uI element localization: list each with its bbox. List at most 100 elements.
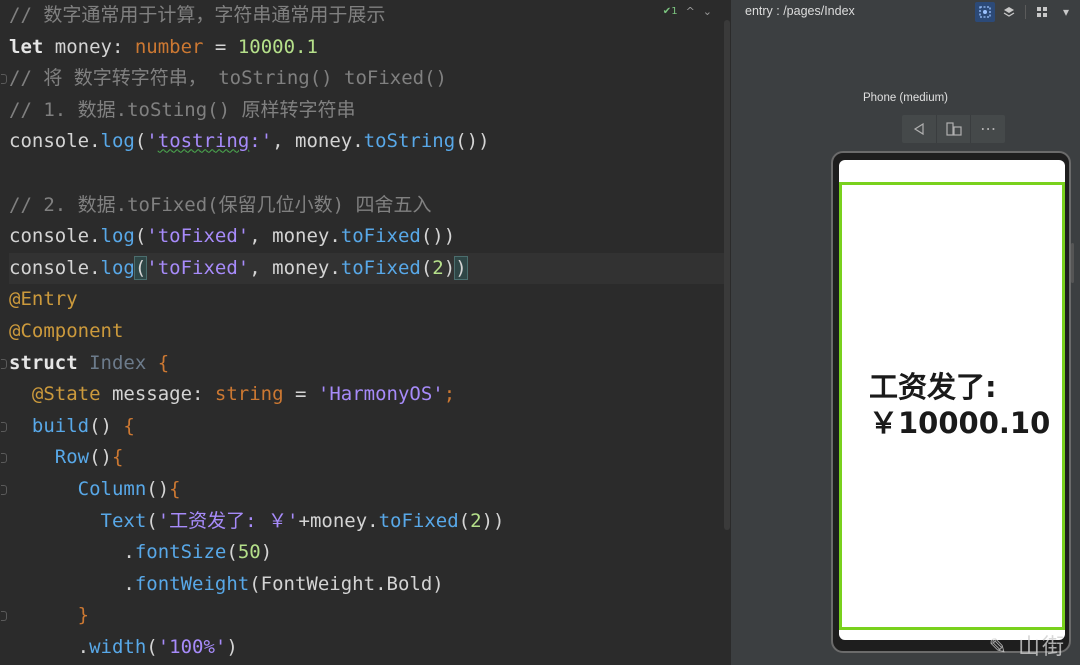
- code-token: ): [454, 255, 468, 280]
- code-line[interactable]: struct Index {: [9, 348, 730, 380]
- code-token: ): [443, 256, 456, 279]
- code-line[interactable]: Column(){: [9, 474, 730, 506]
- code-area[interactable]: // 数字通常用于计算，字符串通常用于展示 let money: number =…: [9, 0, 730, 663]
- code-token: Text: [100, 509, 147, 532]
- code-token: ): [260, 541, 273, 564]
- code-token: number: [134, 35, 204, 58]
- code-token: 'HarmonyOS': [317, 383, 444, 406]
- fold-marker-icon[interactable]: [0, 611, 7, 622]
- phone-side-button: [1071, 243, 1074, 283]
- phone-frame: 工资发了: ￥10000.10: [831, 151, 1074, 653]
- code-token: @Entry: [9, 288, 78, 311]
- grid-icon[interactable]: [1032, 2, 1052, 22]
- code-token: money:: [43, 35, 135, 58]
- code-line[interactable]: .fontSize(50): [9, 537, 730, 569]
- code-line[interactable]: @Entry: [9, 284, 730, 316]
- editor-gutter: [0, 0, 8, 665]
- code-token: message:: [100, 383, 215, 406]
- code-token: (: [134, 225, 147, 248]
- fold-marker-icon[interactable]: [0, 358, 7, 369]
- code-token: (: [133, 255, 148, 280]
- code-line[interactable]: }: [9, 600, 730, 632]
- code-line[interactable]: [9, 158, 730, 190]
- code-token: , money.: [249, 256, 341, 279]
- code-token: 2: [432, 256, 444, 279]
- code-token: )): [481, 509, 505, 532]
- code-token: ()): [455, 130, 490, 153]
- code-token: (: [226, 541, 238, 564]
- code-token: '工资发了: ￥': [157, 509, 299, 532]
- code-token: (): [146, 477, 170, 500]
- code-line[interactable]: // 将 数字转字符串， toString() toFixed(): [9, 63, 730, 95]
- code-token: toFixed: [340, 225, 421, 248]
- code-token: toString: [363, 130, 456, 153]
- code-token: tostring: [157, 130, 250, 153]
- fold-marker-icon[interactable]: [0, 453, 7, 464]
- code-token: =: [283, 383, 318, 406]
- code-token: +money.: [298, 509, 379, 532]
- code-token: fontWeight: [134, 572, 250, 595]
- code-token: toFixed: [378, 509, 459, 532]
- more-icon[interactable]: ⋯: [971, 115, 1005, 143]
- code-line[interactable]: let money: number = 10000.1: [9, 32, 730, 64]
- inspection-count: 1: [671, 5, 678, 17]
- code-token: Row: [54, 446, 90, 469]
- code-token: Column: [77, 477, 147, 500]
- code-line[interactable]: console.log('toFixed', money.toFixed(2)): [9, 252, 730, 285]
- code-token: string: [214, 383, 284, 406]
- chevron-down-icon[interactable]: ▾: [1056, 2, 1076, 22]
- code-token: .: [9, 572, 135, 595]
- code-token: (: [146, 509, 158, 532]
- code-token: (): [89, 414, 124, 437]
- watermark: ✎ 山街: [988, 635, 1066, 660]
- fold-marker-icon[interactable]: [0, 74, 7, 85]
- inspector-icon[interactable]: [975, 2, 995, 22]
- code-line[interactable]: Row(){: [9, 442, 730, 474]
- code-token: {: [123, 414, 135, 437]
- code-token: // 2. 数据.toFixed(保留几位小数) 四舍五入: [9, 193, 432, 216]
- code-line[interactable]: // 数字通常用于计算，字符串通常用于展示: [9, 0, 730, 32]
- rotate-device-icon[interactable]: [937, 115, 972, 143]
- code-token: width: [89, 635, 147, 658]
- code-token: log: [100, 225, 135, 248]
- code-line[interactable]: .width('100%'): [9, 632, 730, 664]
- code-token: console.: [9, 256, 101, 279]
- fold-marker-icon[interactable]: [0, 485, 7, 495]
- check-icon: ✔1: [662, 5, 678, 17]
- code-line[interactable]: // 1. 数据.toSting() 原样转字符串: [9, 95, 730, 127]
- chevron-up-icon[interactable]: ^: [686, 5, 695, 18]
- code-token: }: [77, 604, 90, 627]
- code-token: {: [111, 446, 124, 469]
- back-icon[interactable]: [902, 115, 937, 143]
- fold-marker-icon[interactable]: [0, 421, 7, 432]
- code-line[interactable]: // 2. 数据.toFixed(保留几位小数) 四舍五入: [9, 190, 730, 222]
- code-token: toFixed: [340, 256, 421, 279]
- code-line[interactable]: build() {: [9, 411, 730, 443]
- code-line[interactable]: console.log('toFixed', money.toFixed()): [9, 221, 730, 253]
- code-token: 'toFixed': [146, 225, 250, 248]
- code-line[interactable]: Text('工资发了: ￥'+money.toFixed(2)): [9, 506, 730, 538]
- code-line[interactable]: @Component: [9, 316, 730, 348]
- code-token: :': [249, 130, 273, 153]
- code-token: 50: [237, 541, 261, 564]
- device-controls: ⋯: [902, 115, 1005, 143]
- code-line[interactable]: console.log('tostring:', money.toString(…: [9, 126, 730, 158]
- code-line[interactable]: .fontWeight(FontWeight.Bold): [9, 569, 730, 601]
- inspection-widget[interactable]: ✔1 ^ ⌄: [663, 2, 712, 20]
- salary-line-2: ￥10000.10: [869, 406, 1051, 440]
- chevron-down-icon[interactable]: ⌄: [703, 5, 712, 18]
- code-editor[interactable]: // 数字通常用于计算，字符串通常用于展示 let money: number =…: [0, 0, 730, 665]
- layers-icon[interactable]: [999, 2, 1019, 22]
- phone-screen[interactable]: 工资发了: ￥10000.10: [839, 160, 1065, 640]
- code-token: Index: [89, 351, 147, 374]
- code-token: (: [420, 256, 433, 279]
- code-token: (FontWeight.Bold): [249, 572, 444, 595]
- editor-scrollbar[interactable]: [724, 20, 730, 530]
- salary-text: 工资发了: ￥10000.10: [869, 369, 1059, 441]
- code-line[interactable]: @State message: string = 'HarmonyOS';: [9, 379, 730, 411]
